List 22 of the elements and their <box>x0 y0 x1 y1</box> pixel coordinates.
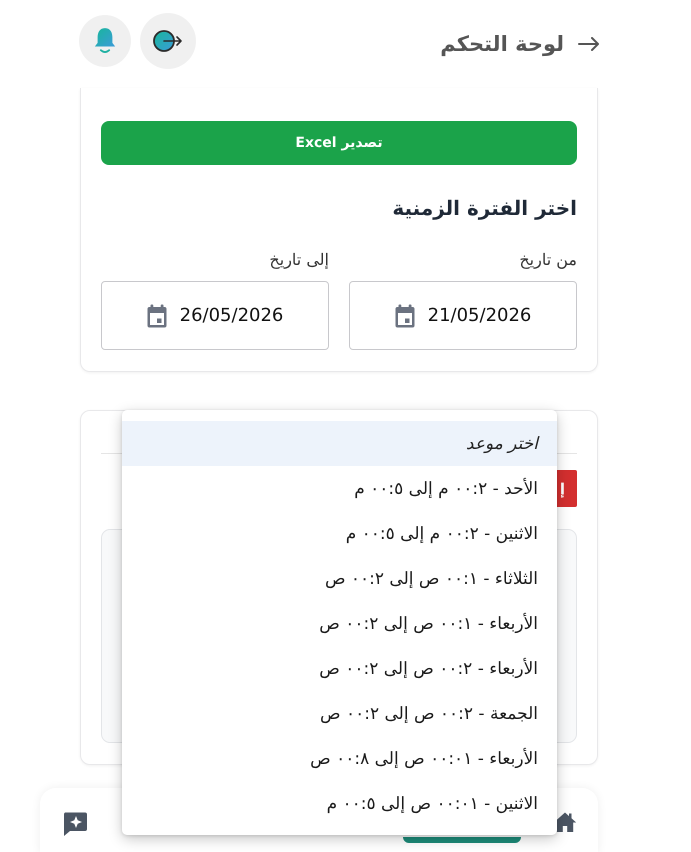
date-label: إلى تاريخ <box>269 249 329 271</box>
calendar-icon <box>146 304 167 328</box>
page-title: لوحة التحكم <box>440 32 564 56</box>
bell-icon <box>93 27 117 55</box>
logout-icon <box>153 29 183 53</box>
nav-highlight[interactable] <box>403 837 521 843</box>
chat-sparkle-icon[interactable] <box>62 811 88 837</box>
dropdown-option[interactable]: الأربعاء - ١٠:٠٠ ص إلى ٨:٠٠ ص <box>122 736 557 781</box>
date-label: من تاريخ <box>519 249 577 271</box>
dropdown-option[interactable]: الأربعاء - ٢:٠٠ ص إلى ٢:٠٠ ص <box>122 646 557 691</box>
dropdown-option[interactable]: الأربعاء - ١:٠٠ ص إلى ٢:٠٠ ص <box>122 601 557 646</box>
dropdown-option[interactable]: اختر موعد <box>122 421 557 466</box>
calendar-icon <box>394 304 415 328</box>
date-field[interactable]: 21/05/2026 <box>349 281 577 350</box>
dropdown-option[interactable]: الاثنين - ٢:٠٠ م إلى ٥:٠٠ م <box>122 511 557 556</box>
section-heading: اختر الفترة الزمنية <box>391 195 577 222</box>
date-field[interactable]: 26/05/2026 <box>101 281 329 350</box>
dropdown-option[interactable]: الاثنين - ١٠:٠٠ ص إلى ٥:٠٠ م <box>122 781 557 826</box>
dropdown-option[interactable]: الثلاثاء - ١:٠٠ ص إلى ٢:٠٠ ص <box>122 556 557 601</box>
dropdown-option[interactable]: الجمعة - ٢:٠٠ ص إلى ٢:٠٠ ص <box>122 691 557 736</box>
back-arrow-icon[interactable] <box>578 37 600 51</box>
dropdown-option[interactable]: الأحد - ٢:٠٠ م إلى ٥:٠٠ م <box>122 466 557 511</box>
